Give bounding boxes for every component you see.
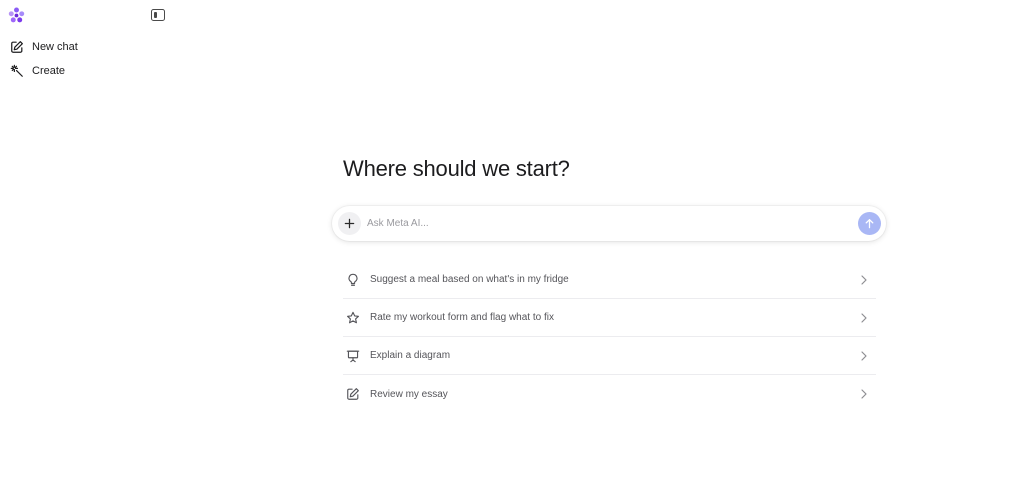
presentation-board-icon bbox=[346, 350, 360, 362]
send-button[interactable] bbox=[858, 212, 881, 235]
edit-square-icon bbox=[347, 388, 359, 400]
suggestion-workout[interactable]: Rate my workout form and flag what to fi… bbox=[343, 299, 876, 337]
suggestion-essay[interactable]: Review my essay bbox=[343, 375, 876, 413]
lightbulb-icon bbox=[348, 273, 358, 286]
suggestion-label: Explain a diagram bbox=[370, 350, 451, 361]
magic-wand-icon bbox=[10, 64, 23, 77]
chevron-right-icon bbox=[861, 389, 867, 399]
new-chat-button[interactable]: New chat bbox=[6, 36, 166, 58]
sidebar: New chat Create bbox=[0, 0, 180, 488]
meta-ai-flower-icon[interactable] bbox=[7, 6, 26, 25]
page-title: Where should we start? bbox=[343, 156, 570, 181]
chevron-right-icon bbox=[861, 313, 867, 323]
suggestion-meal[interactable]: Suggest a meal based on what's in my fri… bbox=[343, 261, 876, 299]
chevron-right-icon bbox=[861, 351, 867, 361]
new-chat-label: New chat bbox=[32, 41, 78, 53]
create-label: Create bbox=[32, 65, 66, 77]
suggestion-label: Review my essay bbox=[370, 388, 448, 400]
suggestion-label: Rate my workout form and flag what to fi… bbox=[370, 312, 554, 323]
ask-input[interactable] bbox=[367, 215, 837, 232]
create-button[interactable]: Create bbox=[6, 60, 166, 82]
suggestion-list: Suggest a meal based on what's in my fri… bbox=[343, 261, 876, 413]
arrow-up-icon bbox=[865, 219, 874, 229]
star-icon bbox=[347, 311, 359, 323]
app-window: New chat Create Where should we start? A… bbox=[0, 0, 1024, 488]
chevron-right-icon bbox=[861, 275, 867, 285]
suggestion-label: Suggest a meal based on what's in my fri… bbox=[370, 274, 569, 285]
add-attachment-button[interactable] bbox=[338, 212, 361, 235]
sidebar-toggle-icon[interactable] bbox=[151, 9, 165, 21]
plus-icon bbox=[344, 218, 355, 229]
edit-square-icon bbox=[11, 41, 23, 53]
suggestion-diagram[interactable]: Explain a diagram bbox=[343, 337, 876, 375]
composer bbox=[332, 206, 886, 241]
